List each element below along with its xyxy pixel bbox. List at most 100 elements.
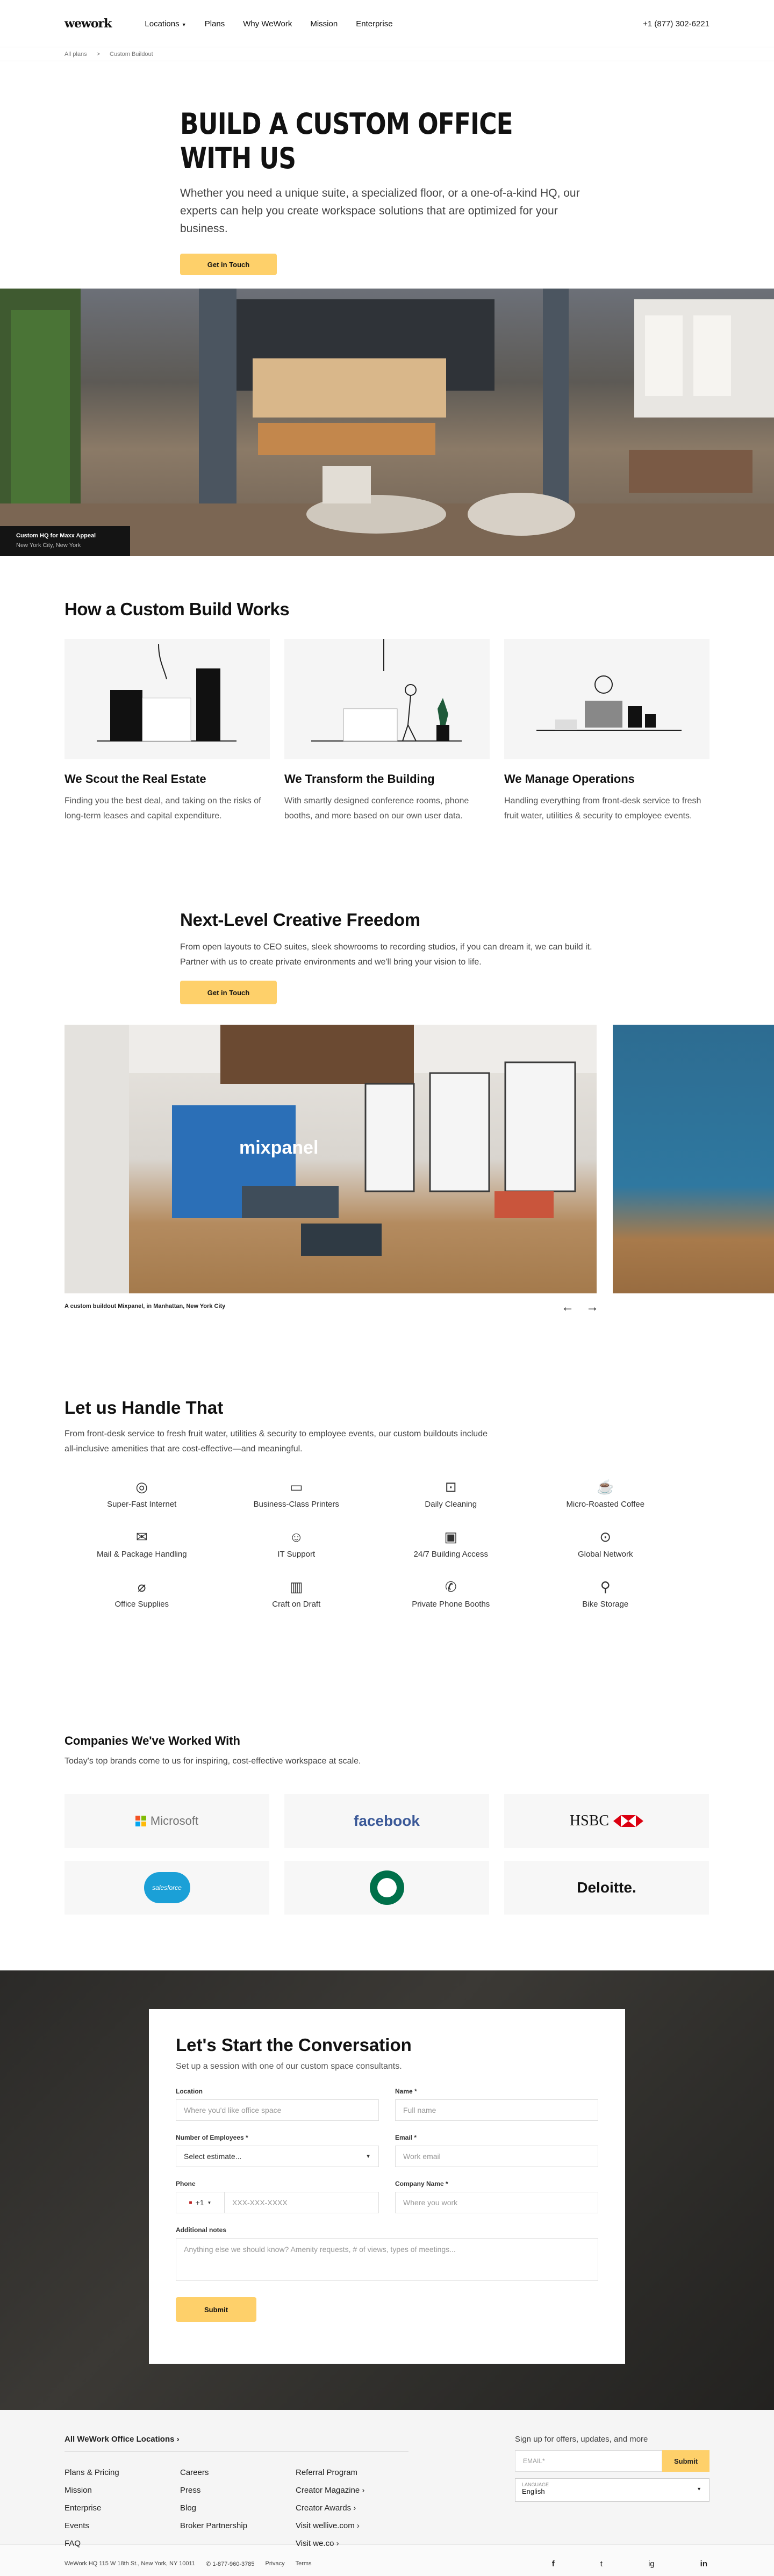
name-input[interactable]: Full name (395, 2099, 598, 2121)
amenities-body: From front-desk service to fresh fruit w… (64, 1429, 488, 1454)
nav-locations[interactable]: Locations ▼ (145, 19, 186, 28)
email-input[interactable]: Work email (395, 2146, 598, 2167)
desk-setup-illustration (504, 639, 710, 759)
mixpanel-office-illustration: mixpanel (64, 1025, 597, 1293)
freedom-get-in-touch-button[interactable]: Get in Touch (180, 981, 277, 1004)
arrow-right-icon[interactable]: → (586, 1300, 599, 1315)
hero-image-caption: Custom HQ for Maxx Appeal New York City,… (0, 526, 130, 556)
location-input[interactable]: Where you'd like office space (176, 2099, 379, 2121)
form-title: Let's Start the Conversation (176, 2035, 412, 2055)
hero-office-image: Custom HQ for Maxx Appeal New York City,… (0, 289, 774, 556)
microsoft-icon (135, 1816, 146, 1826)
card-operations: We Manage Operations Handling everything… (504, 639, 710, 824)
employees-select[interactable]: Select estimate... ▼ (176, 2146, 379, 2167)
newsletter-submit-button[interactable]: Submit (662, 2450, 710, 2472)
footer-link[interactable]: Mission (64, 2486, 180, 2495)
signup-text: Sign up for offers, updates, and more (515, 2435, 648, 2444)
card-title: We Scout the Real Estate (64, 772, 206, 786)
gallery-arrows: ← → (561, 1300, 599, 1315)
hero-get-in-touch-button[interactable]: Get in Touch (180, 254, 277, 275)
privacy-link[interactable]: Privacy (266, 2560, 285, 2567)
footer-link[interactable]: Careers (180, 2468, 296, 2477)
mail-icon: ✉ (135, 1529, 148, 1545)
amenity-item: ✉ Mail & Package Handling (64, 1528, 219, 1559)
amenity-label: Micro-Roasted Coffee (566, 1500, 645, 1509)
amenity-label: Daily Cleaning (425, 1500, 477, 1509)
nav-plans[interactable]: Plans (205, 19, 225, 28)
footer-phone[interactable]: ✆ 1-877-960-3785 (206, 2560, 255, 2567)
microsoft-logo: Microsoft (64, 1794, 269, 1848)
footer-link[interactable]: Visit wellive.com › (296, 2521, 403, 2530)
beer-icon: ▥ (289, 1579, 303, 1595)
footer-link[interactable]: Referral Program (296, 2468, 403, 2477)
breadcrumb-separator: > (96, 51, 101, 57)
us-flag-icon: ■ (189, 2199, 192, 2206)
footer-link[interactable]: Creator Awards › (296, 2503, 403, 2513)
footer-link[interactable]: Events (64, 2521, 180, 2530)
starbucks-siren-icon (369, 1870, 404, 1905)
company-input[interactable]: Where you work (395, 2192, 598, 2213)
freedom-title: Next-Level Creative Freedom (180, 910, 420, 930)
amenity-item: ☺ IT Support (219, 1528, 374, 1559)
card-body: Finding you the best deal, and taking on… (64, 796, 261, 821)
country-code-select[interactable]: ■ +1 ▼ (176, 2192, 225, 2213)
nav-enterprise[interactable]: Enterprise (356, 19, 392, 28)
office-interior-illustration (0, 289, 774, 556)
form-submit-button[interactable]: Submit (176, 2297, 256, 2322)
footer-address: WeWork HQ 115 W 18th St., New York, NY 1… (64, 2560, 195, 2567)
how-cards: We Scout the Real Estate Finding you the… (64, 639, 710, 824)
hsbc-logo: HSBC (504, 1794, 709, 1848)
footer-link[interactable]: Press (180, 2486, 296, 2495)
bike-icon: ⚲ (600, 1579, 611, 1595)
nav-why-wework[interactable]: Why WeWork (243, 19, 292, 28)
caret-down-icon: ▼ (697, 2486, 701, 2492)
name-field: Name * Full name (395, 2088, 598, 2121)
card-body: Handling everything from front-desk serv… (504, 796, 701, 821)
twitter-icon[interactable]: t (600, 2559, 603, 2568)
amenity-label: Private Phone Booths (412, 1600, 490, 1609)
cleaning-icon: ⊡ (445, 1479, 457, 1495)
contact-form: Let's Start the Conversation Set up a se… (149, 2009, 625, 2364)
companies-title: Companies We've Worked With (64, 1734, 240, 1747)
notes-textarea[interactable]: Anything else we should know? Amenity re… (176, 2238, 598, 2281)
wework-logo[interactable]: wework (64, 17, 112, 31)
newsletter-email-input[interactable]: EMAIL* (515, 2450, 662, 2472)
footer-link[interactable]: Plans & Pricing (64, 2468, 180, 2477)
breadcrumb: All plans > Custom Buildout (0, 47, 774, 61)
language-select[interactable]: LANGUAGE English ▼ (515, 2478, 710, 2502)
footer-link[interactable]: Enterprise (64, 2503, 180, 2513)
amenity-item: ⌀ Office Supplies (64, 1578, 219, 1609)
amenities-title: Let us Handle That (64, 1398, 224, 1417)
hero-title: BUILD A CUSTOM OFFICE WITH US (180, 107, 513, 175)
footer-link[interactable]: Creator Magazine › (296, 2486, 403, 2495)
amenity-label: Business-Class Printers (253, 1500, 339, 1509)
salesforce-cloud-icon: salesforce (144, 1872, 190, 1903)
footer-bottom-bar: WeWork HQ 115 W 18th St., New York, NY 1… (0, 2544, 774, 2576)
gallery-caption: A custom buildout Mixpanel, in Manhattan… (64, 1303, 226, 1309)
footer-link[interactable]: Broker Partnership (180, 2521, 296, 2530)
breadcrumb-all-plans[interactable]: All plans (64, 51, 87, 57)
contact-section: Let's Start the Conversation Set up a se… (0, 1970, 774, 2410)
site-header: wework Locations ▼ Plans Why WeWork Miss… (0, 0, 774, 47)
phone-input[interactable]: XXX-XXX-XXXX (225, 2198, 288, 2207)
facebook-icon[interactable]: f (552, 2559, 555, 2568)
amenities-section: Let us Handle That From front-desk servi… (0, 1346, 774, 1734)
footer-link[interactable]: Blog (180, 2503, 296, 2513)
linkedin-icon[interactable]: in (700, 2559, 707, 2568)
instagram-icon[interactable]: ig (648, 2559, 655, 2568)
gallery-carousel: mixpanel A custom buildout Mixpanel, in … (0, 1025, 774, 1346)
amenity-label: Super-Fast Internet (107, 1500, 177, 1509)
company-logos: Microsoft facebook HSBC salesforce Deloi… (64, 1794, 710, 1915)
amenity-item: ⚲ Bike Storage (528, 1578, 683, 1609)
card-scout: We Scout the Real Estate Finding you the… (64, 639, 270, 824)
nav-mission[interactable]: Mission (310, 19, 338, 28)
coffee-icon: ☕ (597, 1479, 614, 1495)
hero-body: Whether you need a unique suite, a speci… (180, 187, 580, 235)
amenity-label: IT Support (277, 1550, 316, 1559)
header-phone[interactable]: +1 (877) 302-6221 (643, 19, 710, 28)
footer-all-locations-link[interactable]: All WeWork Office Locations › (64, 2435, 408, 2452)
arrow-left-icon[interactable]: ← (561, 1300, 574, 1315)
employees-field: Number of Employees * Select estimate...… (176, 2134, 379, 2167)
terms-link[interactable]: Terms (296, 2560, 312, 2567)
amenity-label: Bike Storage (582, 1600, 629, 1609)
